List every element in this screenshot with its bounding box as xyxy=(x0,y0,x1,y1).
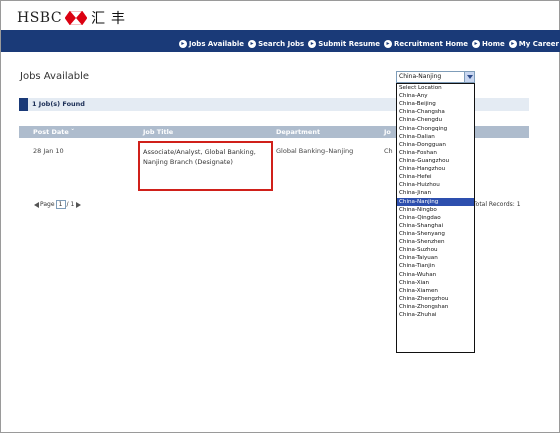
next-page-icon[interactable] xyxy=(76,201,82,208)
page-frame: HSBC 汇丰 ▸ Jobs Available ▸ Search Jobs ▸ Su… xyxy=(0,0,560,433)
nav-my-career[interactable]: ▸ My Career xyxy=(508,40,559,48)
hsbc-hexagon-icon xyxy=(65,11,88,25)
dropdown-option[interactable]: China-Any xyxy=(397,92,474,100)
logo-text: HSBC xyxy=(17,10,63,26)
sort-icon: ˇ xyxy=(71,128,75,136)
nav-home[interactable]: ▸ Home xyxy=(472,40,505,48)
col-label: Post Date xyxy=(33,128,69,136)
row-job-title-link[interactable]: Associate/Analyst, Global Banking, Nanji… xyxy=(143,147,271,167)
page-title: Jobs Available xyxy=(20,71,90,82)
nav-submit-resume[interactable]: ▸ Submit Resume xyxy=(308,40,380,48)
dropdown-option-selected[interactable]: China-Nanjing xyxy=(397,197,474,206)
dropdown-option[interactable]: China-Beijing xyxy=(397,100,474,108)
nav-jobs-available[interactable]: ▸ Jobs Available xyxy=(178,40,245,48)
arrow-icon: ▸ xyxy=(384,40,393,48)
dropdown-option[interactable]: China-Wuhan xyxy=(397,271,474,279)
dropdown-option[interactable]: China-Shanghai xyxy=(397,222,474,230)
dropdown-option[interactable]: China-Dalian xyxy=(397,133,474,141)
row-department: Global Banking–Nanjing xyxy=(276,147,354,155)
prev-page-icon[interactable] xyxy=(34,201,39,208)
top-nav-bar: ▸ Jobs Available ▸ Search Jobs ▸ Submit Res… xyxy=(1,30,560,52)
dropdown-option[interactable]: China-Taiyuan xyxy=(397,254,474,262)
dropdown-option[interactable]: China-Hangzhou xyxy=(397,165,474,173)
hsbc-logo[interactable]: HSBC 汇丰 xyxy=(17,8,131,28)
dropdown-option[interactable]: Select Location xyxy=(397,84,474,92)
location-select[interactable]: China-Nanjing xyxy=(396,71,475,83)
page-number-input[interactable]: 1 xyxy=(55,200,66,209)
pager: Page 1 / 1 xyxy=(34,200,82,209)
dropdown-option[interactable]: China-Xian xyxy=(397,279,474,287)
dropdown-option[interactable]: China-Guangzhou xyxy=(397,157,474,165)
arrow-icon: ▸ xyxy=(508,40,517,48)
dropdown-option[interactable]: China-Suzhou xyxy=(397,246,474,254)
dropdown-option[interactable]: China-Jinan xyxy=(397,189,474,197)
nav-label: Jobs Available xyxy=(188,40,245,48)
dropdown-option[interactable]: China-Hefei xyxy=(397,173,474,181)
dropdown-option[interactable]: China-Tianjin xyxy=(397,262,474,270)
dropdown-option[interactable]: China-Qingdao xyxy=(397,214,474,222)
nav-recruitment-home[interactable]: ▸ Recruitment Home xyxy=(384,40,468,48)
dropdown-option[interactable]: China-Xiamen xyxy=(397,287,474,295)
dropdown-option[interactable]: China-Shenzhen xyxy=(397,238,474,246)
col-post-date[interactable]: Post Date ˇ xyxy=(33,128,74,136)
dropdown-option[interactable]: China-Changsha xyxy=(397,108,474,116)
dropdown-option[interactable]: China-Foshan xyxy=(397,149,474,157)
results-count: 1 Job(s) Found xyxy=(32,100,85,108)
dropdown-option[interactable]: China-Chengdu xyxy=(397,116,474,124)
dropdown-option[interactable]: China-Zhengzhou xyxy=(397,295,474,303)
section-marker xyxy=(19,98,28,111)
dropdown-option[interactable]: China-Zhuhai xyxy=(397,311,474,319)
nav-label: Recruitment Home xyxy=(394,40,469,48)
location-dropdown-list[interactable]: Select Location China-Any China-Beijing … xyxy=(396,83,475,353)
arrow-icon: ▸ xyxy=(248,40,257,48)
dropdown-option[interactable]: China-Shenyang xyxy=(397,230,474,238)
pager-label: Page xyxy=(40,201,55,208)
total-records: Total Records: 1 xyxy=(473,201,521,208)
arrow-icon: ▸ xyxy=(308,40,317,48)
dropdown-option[interactable]: China-Dongguan xyxy=(397,141,474,149)
col-location[interactable]: Jo xyxy=(384,128,391,136)
dropdown-option[interactable]: China-Ningbo xyxy=(397,206,474,214)
row-post-date: 28 Jan 10 xyxy=(33,147,64,155)
nav-links: ▸ Jobs Available ▸ Search Jobs ▸ Submit Res… xyxy=(178,40,559,48)
nav-label: Submit Resume xyxy=(318,40,381,48)
location-select-value: China-Nanjing xyxy=(399,73,442,80)
nav-label: My Career xyxy=(518,40,559,48)
dropdown-option[interactable]: China-Zhongshan xyxy=(397,303,474,311)
chevron-down-icon[interactable] xyxy=(464,72,474,82)
nav-label: Search Jobs xyxy=(258,40,305,48)
col-department[interactable]: Department xyxy=(276,128,320,136)
nav-label: Home xyxy=(482,40,505,48)
dropdown-option[interactable]: China-Huizhou xyxy=(397,181,474,189)
logo-chinese-text: 汇丰 xyxy=(91,11,132,27)
pager-of: / 1 xyxy=(66,201,75,208)
col-job-title[interactable]: Job Title xyxy=(143,128,173,136)
row-location: Ch xyxy=(384,147,393,155)
arrow-icon: ▸ xyxy=(472,40,481,48)
arrow-icon: ▸ xyxy=(178,40,187,48)
dropdown-option[interactable]: China-Chongqing xyxy=(397,125,474,133)
nav-search-jobs[interactable]: ▸ Search Jobs xyxy=(248,40,304,48)
